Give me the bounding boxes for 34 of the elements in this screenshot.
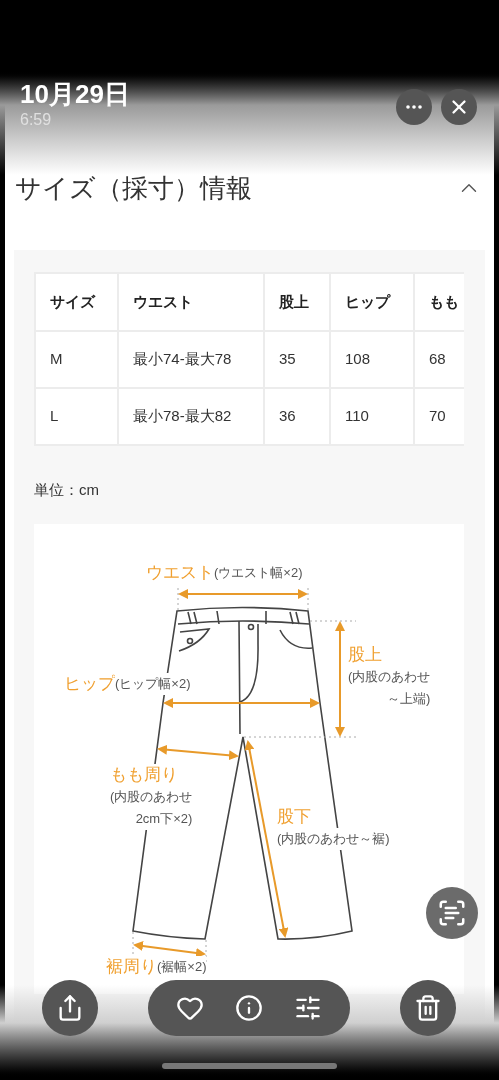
table-cell: L xyxy=(35,388,118,445)
table-cell: 36 xyxy=(264,388,330,445)
measure-note: (ヒップ幅×2) xyxy=(115,673,191,695)
info-icon xyxy=(235,994,263,1022)
sliders-icon xyxy=(294,994,323,1022)
table-cell: 最小78-最大82 xyxy=(118,388,264,445)
favorite-button[interactable] xyxy=(175,994,204,1022)
column-header: 股上 xyxy=(264,273,330,331)
measure-term: 股上 xyxy=(348,644,382,666)
column-header: ヒップ xyxy=(330,273,414,331)
trash-icon xyxy=(414,994,442,1022)
scan-text-icon xyxy=(437,898,467,928)
measure-term: 股下 xyxy=(277,806,311,828)
table-cell: 68 xyxy=(414,331,464,388)
table-cell: 108 xyxy=(330,331,414,388)
photo-date: 10月29日 xyxy=(20,78,130,110)
unit-note: 単位：cm xyxy=(34,479,99,500)
column-header: ウエスト xyxy=(118,273,264,331)
table-cell: 110 xyxy=(330,388,414,445)
column-header: もも xyxy=(414,273,464,331)
heart-icon xyxy=(175,994,204,1022)
measure-note: (内股のあわせ～裾) xyxy=(277,828,390,850)
column-header: サイズ xyxy=(35,273,118,331)
more-icon xyxy=(406,105,422,109)
adjust-button[interactable] xyxy=(294,994,323,1022)
measure-note: 2cm下×2) xyxy=(135,808,193,830)
table-cell: M xyxy=(35,331,118,388)
section-title: サイズ（採寸）情報 xyxy=(15,172,252,204)
info-button[interactable] xyxy=(235,994,263,1022)
table-cell: 35 xyxy=(264,331,330,388)
table-cell: 最小74-最大78 xyxy=(118,331,264,388)
table-cell: 70 xyxy=(414,388,464,445)
measure-note: (内股のあわせ xyxy=(110,786,193,808)
photo-time: 6:59 xyxy=(20,110,53,130)
